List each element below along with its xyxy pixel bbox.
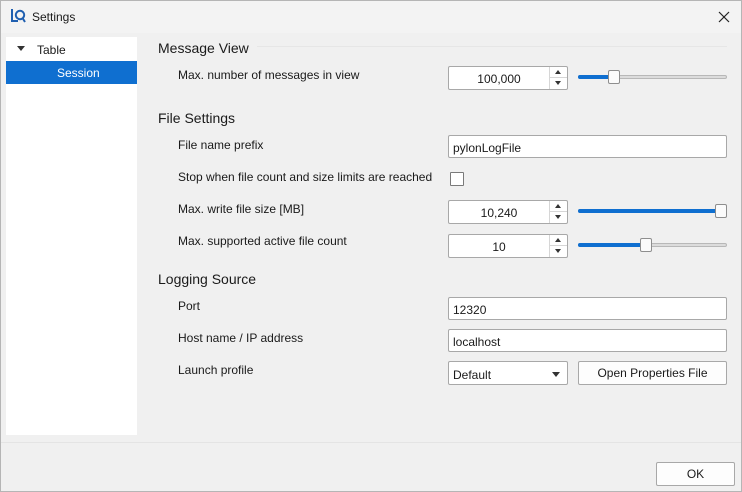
chevron-down-icon bbox=[552, 372, 560, 377]
max-write-file-size-slider[interactable] bbox=[578, 204, 727, 218]
slider-handle[interactable] bbox=[608, 70, 620, 84]
section-title-message-view: Message View bbox=[158, 40, 249, 56]
tree-item-label: Table bbox=[37, 43, 66, 57]
increment-button[interactable] bbox=[550, 235, 567, 246]
title-bar: Settings bbox=[1, 1, 741, 33]
log-viewer-icon bbox=[10, 8, 26, 24]
max-messages-spinbox[interactable]: 100,000 bbox=[448, 66, 568, 90]
arrow-up-icon bbox=[555, 238, 561, 242]
settings-panel: Message View Max. number of messages in … bbox=[147, 37, 737, 442]
max-active-file-count-label: Max. supported active file count bbox=[178, 234, 347, 248]
file-name-prefix-input[interactable]: pylonLogFile bbox=[448, 135, 727, 158]
spinbox-buttons bbox=[549, 201, 567, 223]
host-input[interactable]: localhost bbox=[448, 329, 727, 352]
footer-divider bbox=[1, 442, 741, 443]
decrement-button[interactable] bbox=[550, 212, 567, 223]
file-name-prefix-label: File name prefix bbox=[178, 138, 264, 152]
arrow-down-icon bbox=[555, 215, 561, 219]
max-messages-slider[interactable] bbox=[578, 70, 727, 84]
button-label: OK bbox=[686, 467, 705, 481]
section-title-file-settings: File Settings bbox=[158, 110, 236, 126]
button-label: Open Properties File bbox=[597, 366, 708, 380]
input-value: localhost bbox=[453, 335, 501, 349]
max-write-file-size-label: Max. write file size [MB] bbox=[178, 202, 305, 216]
input-value: 12320 bbox=[453, 303, 487, 317]
arrow-down-icon bbox=[555, 249, 561, 253]
close-button[interactable] bbox=[709, 3, 739, 31]
slider-handle[interactable] bbox=[715, 204, 727, 218]
spinbox-value: 10,240 bbox=[480, 206, 518, 220]
ok-button[interactable]: OK bbox=[656, 462, 735, 486]
input-value: pylonLogFile bbox=[453, 141, 522, 155]
stop-when-limits-label: Stop when file count and size limits are… bbox=[178, 170, 433, 184]
close-icon bbox=[718, 11, 730, 23]
open-properties-file-button[interactable]: Open Properties File bbox=[578, 361, 727, 385]
decrement-button[interactable] bbox=[550, 246, 567, 257]
window-title: Settings bbox=[32, 10, 76, 24]
tree-item-label: Session bbox=[57, 66, 100, 80]
arrow-up-icon bbox=[555, 204, 561, 208]
spinbox-buttons bbox=[549, 67, 567, 89]
max-messages-label: Max. number of messages in view bbox=[178, 68, 360, 82]
port-input[interactable]: 12320 bbox=[448, 297, 727, 320]
spinbox-value: 100,000 bbox=[477, 72, 521, 86]
port-label: Port bbox=[178, 299, 201, 313]
slider-handle[interactable] bbox=[640, 238, 652, 252]
slider-fill bbox=[578, 243, 646, 247]
max-active-file-count-slider[interactable] bbox=[578, 238, 727, 252]
slider-fill bbox=[578, 209, 721, 213]
section-divider bbox=[257, 46, 727, 47]
host-label: Host name / IP address bbox=[178, 331, 304, 345]
section-title-logging-source: Logging Source bbox=[158, 271, 257, 287]
launch-profile-select[interactable]: Default bbox=[448, 361, 568, 385]
tree-item-session[interactable]: Session bbox=[6, 61, 137, 84]
stop-when-limits-checkbox[interactable] bbox=[450, 172, 464, 186]
increment-button[interactable] bbox=[550, 67, 567, 78]
expand-arrow-icon[interactable] bbox=[17, 46, 25, 51]
settings-dialog: Settings Table Session Message View Max.… bbox=[0, 0, 742, 492]
decrement-button[interactable] bbox=[550, 78, 567, 89]
spinbox-buttons bbox=[549, 235, 567, 257]
max-write-file-size-spinbox[interactable]: 10,240 bbox=[448, 200, 568, 224]
arrow-down-icon bbox=[555, 81, 561, 85]
settings-navigation-tree: Table Session bbox=[6, 37, 137, 435]
arrow-up-icon bbox=[555, 70, 561, 74]
spinbox-value: 10 bbox=[492, 240, 506, 254]
max-active-file-count-spinbox[interactable]: 10 bbox=[448, 234, 568, 258]
tree-item-table[interactable]: Table bbox=[6, 37, 137, 61]
increment-button[interactable] bbox=[550, 201, 567, 212]
launch-profile-label: Launch profile bbox=[178, 363, 254, 377]
select-value: Default bbox=[453, 368, 492, 382]
